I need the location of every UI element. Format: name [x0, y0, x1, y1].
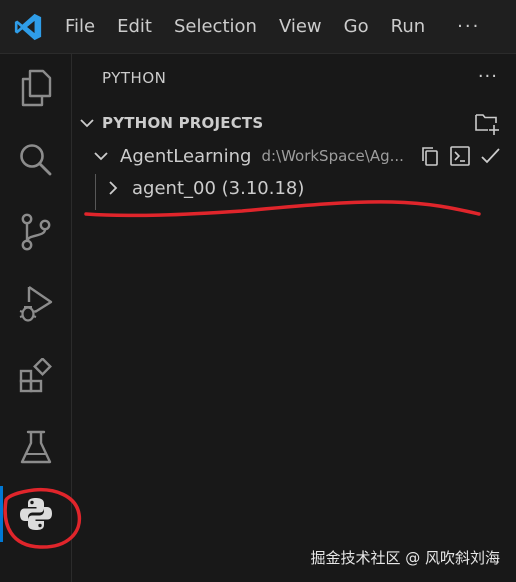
project-row-actions: [418, 144, 502, 168]
explorer-icon: [21, 69, 51, 107]
run-debug-button[interactable]: [0, 274, 71, 334]
project-row[interactable]: AgentLearning d:\WorkSpace\Ag...: [72, 140, 516, 172]
testing-icon: [20, 430, 51, 464]
source-control-icon: [21, 213, 50, 251]
menu-more-button[interactable]: ···: [457, 16, 480, 37]
panel-title: PYTHON: [102, 69, 167, 87]
run-debug-icon: [19, 286, 52, 322]
menu-edit[interactable]: Edit: [117, 16, 152, 37]
search-button[interactable]: [0, 130, 71, 190]
testing-button[interactable]: [0, 418, 71, 478]
chevron-down-icon: [94, 152, 108, 161]
copy-icon: [422, 147, 438, 166]
menu-bar: File Edit Selection View Go Run ···: [0, 0, 516, 54]
project-name: AgentLearning: [120, 145, 252, 167]
menu-view[interactable]: View: [279, 16, 322, 37]
chevron-down-icon: [80, 119, 94, 128]
vscode-window: File Edit Selection View Go Run ··· PYTH…: [0, 0, 516, 582]
add-project-folder-icon[interactable]: [474, 110, 500, 136]
search-icon: [19, 144, 51, 176]
menu-run[interactable]: Run: [391, 16, 426, 37]
python-icon: [19, 498, 52, 530]
python-side-panel: PYTHON ··· PYTHON PROJECTS AgentLearning…: [72, 54, 516, 582]
panel-more-button[interactable]: ···: [478, 66, 498, 87]
activity-bar: [0, 54, 72, 582]
watermark: 掘金技术社区 @ 风吹斜刘海: [310, 549, 500, 567]
check-icon: [481, 148, 500, 164]
menu-go[interactable]: Go: [344, 16, 369, 37]
menu-file[interactable]: File: [65, 16, 95, 37]
explorer-button[interactable]: [0, 58, 71, 118]
chevron-right-icon: [109, 181, 118, 195]
copy-button[interactable]: [418, 144, 442, 168]
terminal-icon: [450, 146, 470, 166]
environment-row[interactable]: agent_00 (3.10.18): [72, 172, 516, 204]
environment-label: agent_00 (3.10.18): [132, 177, 305, 199]
extensions-icon: [19, 358, 52, 393]
python-projects-section-header[interactable]: PYTHON PROJECTS: [72, 110, 516, 136]
project-path: d:\WorkSpace\Ag...: [261, 147, 404, 165]
select-interpreter-button[interactable]: [478, 144, 502, 168]
section-title: PYTHON PROJECTS: [102, 114, 264, 132]
extensions-button[interactable]: [0, 346, 71, 406]
vscode-logo-icon: [14, 13, 42, 40]
terminal-button[interactable]: [448, 144, 472, 168]
python-button[interactable]: [0, 484, 71, 544]
source-control-button[interactable]: [0, 202, 71, 262]
menu-selection[interactable]: Selection: [174, 16, 257, 37]
